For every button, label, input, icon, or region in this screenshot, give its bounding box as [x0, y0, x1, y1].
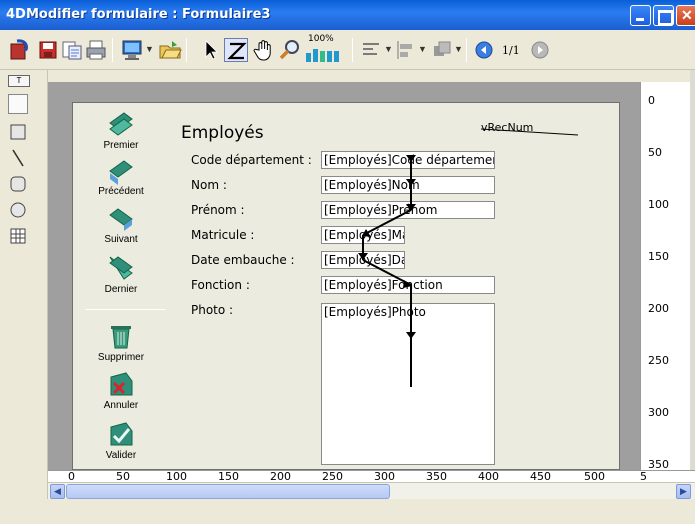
- close-button[interactable]: [676, 5, 695, 26]
- maximize-button[interactable]: [653, 5, 674, 26]
- nav-button-label: Suivant: [104, 234, 138, 245]
- first-record-icon: [109, 112, 133, 136]
- open-folder-icon[interactable]: [158, 38, 182, 62]
- field-fonction[interactable]: [Employés]Fonction: [321, 276, 495, 294]
- line-tool-icon[interactable]: [8, 148, 28, 168]
- ruler-tick-label: 250: [648, 354, 669, 367]
- app-logo-icon: 4D: [6, 7, 26, 22]
- nav-button-label: Premier: [103, 140, 139, 151]
- field-label-code-departement[interactable]: Code département :: [191, 153, 312, 167]
- validate-button[interactable]: Valider: [97, 419, 145, 461]
- toolbar-separator: [466, 38, 467, 62]
- window-title: Modifier formulaire : Formulaire3: [26, 7, 271, 22]
- oval-tool-icon[interactable]: [8, 200, 28, 220]
- validate-icon: [110, 422, 133, 446]
- previous-page-icon[interactable]: [472, 38, 496, 62]
- test-form-icon[interactable]: [120, 38, 144, 62]
- field-label-nom[interactable]: Nom :: [191, 178, 227, 192]
- print-icon[interactable]: [84, 38, 108, 62]
- pointer-tool-icon[interactable]: [198, 38, 222, 62]
- cancel-icon: [110, 372, 133, 396]
- distribute-icon[interactable]: [394, 38, 418, 62]
- form-design-area[interactable]: Premier Précédent Suivant Dernier Suppri…: [48, 82, 640, 470]
- scrollbar-thumb[interactable]: [66, 484, 390, 499]
- align-icon[interactable]: [360, 38, 384, 62]
- cancel-button[interactable]: Annuler: [97, 369, 145, 411]
- form-properties-icon[interactable]: [8, 38, 32, 62]
- horizontal-scrollbar[interactable]: ◀ ▶: [48, 482, 695, 499]
- object-tool-palette: T: [0, 70, 48, 524]
- entry-order-tool-icon[interactable]: [224, 38, 248, 62]
- zoom-tool-icon[interactable]: [278, 38, 302, 62]
- field-label-photo[interactable]: Photo :: [191, 303, 233, 317]
- chevron-down-icon[interactable]: ▼: [454, 44, 463, 54]
- hand-tool-icon[interactable]: [252, 38, 276, 62]
- horizontal-ruler: 0 50 100 150 200 250 300 350 400 450 500…: [48, 470, 695, 483]
- previous-record-icon: [109, 160, 133, 185]
- form-editor-window: 4D Modifier formulaire : Formulaire3 ▼: [0, 0, 695, 524]
- field-date-embauche[interactable]: [Employés]Da: [321, 251, 405, 269]
- first-record-button[interactable]: Premier: [97, 109, 145, 151]
- next-record-icon: [109, 208, 133, 231]
- toolbar-separator: [352, 38, 353, 62]
- nav-button-label: Précédent: [98, 186, 144, 197]
- ruler-tick-label: 150: [648, 250, 669, 263]
- nav-button-label: Valider: [105, 450, 137, 461]
- chevron-down-icon[interactable]: ▼: [418, 44, 427, 54]
- ruler-tick-label: 50: [648, 146, 662, 159]
- nav-button-label: Annuler: [103, 400, 139, 411]
- form-page[interactable]: Premier Précédent Suivant Dernier Suppri…: [72, 102, 620, 470]
- toolbar-separator: [186, 38, 187, 62]
- save-icon[interactable]: [36, 38, 60, 62]
- divider: [85, 309, 165, 310]
- title-bar[interactable]: 4D Modifier formulaire : Formulaire3: [0, 0, 695, 30]
- form-title[interactable]: Employés: [181, 123, 264, 143]
- field-label-date-embauche[interactable]: Date embauche :: [191, 253, 295, 267]
- chevron-down-icon[interactable]: ▼: [384, 44, 393, 54]
- last-record-icon: [109, 256, 133, 280]
- field-label-prenom[interactable]: Prénom :: [191, 203, 245, 217]
- toolbar: ▼ 100% ▼ ▼ ▼ 1/1: [0, 30, 695, 70]
- grid-tool-icon[interactable]: [8, 226, 28, 246]
- vertical-ruler: 0 50 100 150 200 250 300 350: [640, 82, 690, 471]
- field-code-departement[interactable]: [Employés]Code départemer: [321, 151, 495, 169]
- scroll-left-icon[interactable]: ◀: [50, 484, 65, 499]
- field-prenom[interactable]: [Employés]Prénom: [321, 201, 495, 219]
- text-tool-icon[interactable]: T: [8, 75, 30, 87]
- ruler-tick-label: 0: [648, 94, 655, 107]
- minimize-button[interactable]: [630, 5, 651, 26]
- ruler-tick-label: 200: [648, 302, 669, 315]
- last-record-button[interactable]: Dernier: [97, 253, 145, 295]
- delete-button[interactable]: Supprimer: [97, 321, 145, 363]
- ruler-tick-label: 100: [648, 198, 669, 211]
- zoom-level-icon[interactable]: 100%: [304, 34, 344, 62]
- field-label-fonction[interactable]: Fonction :: [191, 278, 250, 292]
- nav-button-label: Supprimer: [97, 352, 145, 363]
- window-bottom-border: [0, 499, 695, 524]
- vertical-scrollbar[interactable]: [690, 70, 695, 524]
- arrange-icon[interactable]: [430, 38, 454, 62]
- field-nom[interactable]: [Employés]Nom: [321, 176, 495, 194]
- ruler-tick-label: 300: [648, 406, 669, 419]
- field-matricule[interactable]: [Employés]Ma: [321, 226, 405, 244]
- delete-icon: [111, 326, 131, 349]
- record-number-variable[interactable]: vRecNum: [481, 121, 533, 134]
- chevron-down-icon[interactable]: ▼: [145, 44, 154, 54]
- nav-button-label: Dernier: [104, 284, 138, 295]
- toolbar-separator: [112, 38, 113, 62]
- form-wizard-icon[interactable]: [60, 38, 84, 62]
- page-indicator: 1/1: [502, 44, 520, 57]
- field-label-matricule[interactable]: Matricule :: [191, 228, 254, 242]
- scroll-right-icon[interactable]: ▶: [676, 484, 691, 499]
- next-page-icon[interactable]: [528, 38, 552, 62]
- rounded-rect-tool-icon[interactable]: [8, 174, 28, 194]
- previous-record-button[interactable]: Précédent: [97, 159, 145, 197]
- rectangle-tool-icon[interactable]: [8, 122, 28, 142]
- field-tool-icon[interactable]: [8, 94, 28, 114]
- next-record-button[interactable]: Suivant: [97, 207, 145, 245]
- field-photo[interactable]: [Employés]Photo: [321, 303, 495, 465]
